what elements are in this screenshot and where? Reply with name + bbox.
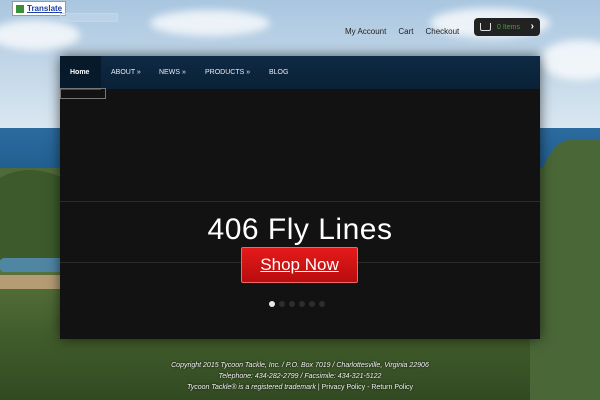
menu-products[interactable]: PRODUCTS »	[195, 56, 260, 89]
slide-divider-top	[60, 201, 540, 202]
site-footer: Copyright 2015 Tycoon Tackle, Inc. / P.O…	[0, 360, 600, 393]
translate-label: Translate	[27, 4, 63, 13]
cart-count: 0 Items	[497, 23, 520, 31]
slider-pagination	[269, 301, 325, 307]
return-policy-link[interactable]: Return Policy	[371, 384, 413, 391]
shop-now-button[interactable]: Shop Now	[241, 247, 358, 283]
privacy-policy-link[interactable]: Privacy Policy	[322, 384, 366, 391]
slide-title: 406 Fly Lines	[207, 213, 393, 246]
slider-dot[interactable]	[309, 301, 315, 307]
google-translate-icon	[16, 4, 24, 13]
menu-news[interactable]: NEWS »	[149, 56, 196, 89]
my-account-link[interactable]: My Account	[345, 27, 386, 36]
hero-panel: Home ABOUT » NEWS » PRODUCTS » BLOG 406 …	[60, 56, 540, 339]
cart-icon	[480, 23, 491, 31]
footer-trademark: Tycoon Tackle® is a registered trademark…	[186, 384, 322, 391]
menu-blog[interactable]: BLOG	[259, 56, 298, 89]
checkout-link[interactable]: Checkout	[425, 27, 459, 36]
footer-contact: Telephone: 434-282-2799 / Facsimile: 434…	[218, 373, 382, 380]
slider-dot[interactable]	[279, 301, 285, 307]
main-menu: Home ABOUT » NEWS » PRODUCTS » BLOG	[60, 56, 540, 90]
account-nav: My Account Cart Checkout	[345, 27, 471, 36]
slider-dot[interactable]	[299, 301, 305, 307]
submenu-outline	[60, 88, 106, 99]
footer-copyright: Copyright 2015 Tycoon Tackle, Inc. / P.O…	[171, 362, 429, 369]
footer-links-line: Tycoon Tackle® is a registered trademark…	[0, 382, 600, 393]
slider-dot[interactable]	[269, 301, 275, 307]
translate-widget[interactable]: Translate	[12, 1, 67, 16]
slider-dot[interactable]	[319, 301, 325, 307]
menu-about[interactable]: ABOUT »	[101, 56, 151, 89]
slider-dot[interactable]	[289, 301, 295, 307]
cart-link[interactable]: Cart	[398, 27, 413, 36]
menu-home[interactable]: Home	[60, 56, 101, 90]
language-select[interactable]	[60, 13, 118, 22]
chevron-right-icon: ›	[530, 21, 534, 32]
mini-cart-button[interactable]: 0 Items ›	[474, 18, 540, 36]
